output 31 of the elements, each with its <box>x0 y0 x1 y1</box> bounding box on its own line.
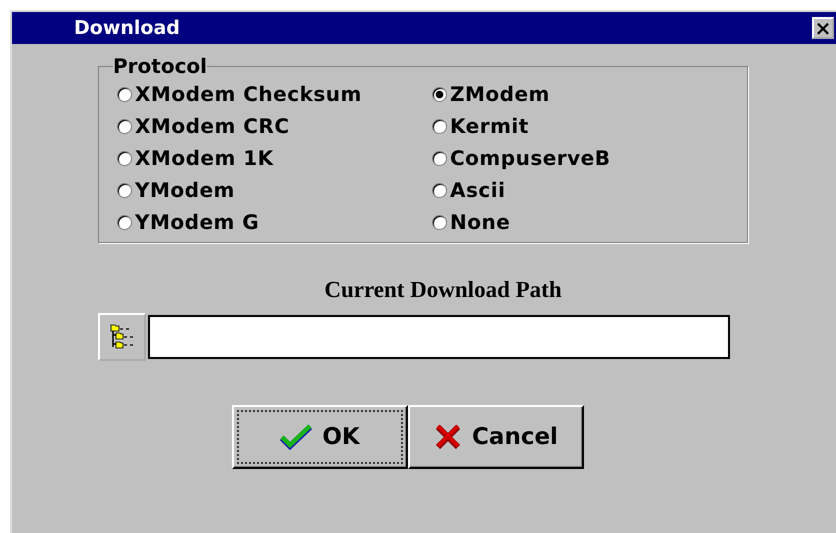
radio-button[interactable] <box>117 214 132 230</box>
cross-icon <box>434 424 462 450</box>
ok-button[interactable]: OK <box>232 405 408 469</box>
check-icon <box>280 424 312 450</box>
option-label: YModem <box>135 178 235 202</box>
browse-button[interactable] <box>98 313 146 361</box>
option-label: Kermit <box>450 114 529 138</box>
option-label: Ascii <box>450 178 506 202</box>
radio-button[interactable] <box>117 150 132 166</box>
option-label: YModem G <box>135 210 260 234</box>
folder-tree-icon <box>109 323 135 351</box>
path-label: Current Download Path <box>323 277 563 303</box>
option-label: XModem CRC <box>135 114 290 138</box>
radio-button[interactable] <box>117 182 132 198</box>
option-label: None <box>450 210 510 234</box>
radio-button[interactable] <box>432 118 447 134</box>
option-label: CompuserveB <box>450 146 610 170</box>
close-button[interactable]: × <box>812 17 834 39</box>
radio-button[interactable] <box>432 214 447 230</box>
cancel-button[interactable]: Cancel <box>408 405 584 469</box>
window-title: Download <box>74 17 180 39</box>
radio-button[interactable] <box>432 86 447 102</box>
radio-button[interactable] <box>432 150 447 166</box>
radio-button[interactable] <box>117 86 132 102</box>
radio-button[interactable] <box>432 182 447 198</box>
option-label: XModem Checksum <box>135 82 362 106</box>
path-field[interactable] <box>148 315 730 359</box>
group-label: Protocol <box>113 54 208 78</box>
option-label: XModem 1K <box>135 146 274 170</box>
radio-button[interactable] <box>117 118 132 134</box>
option-label: ZModem <box>450 82 550 106</box>
